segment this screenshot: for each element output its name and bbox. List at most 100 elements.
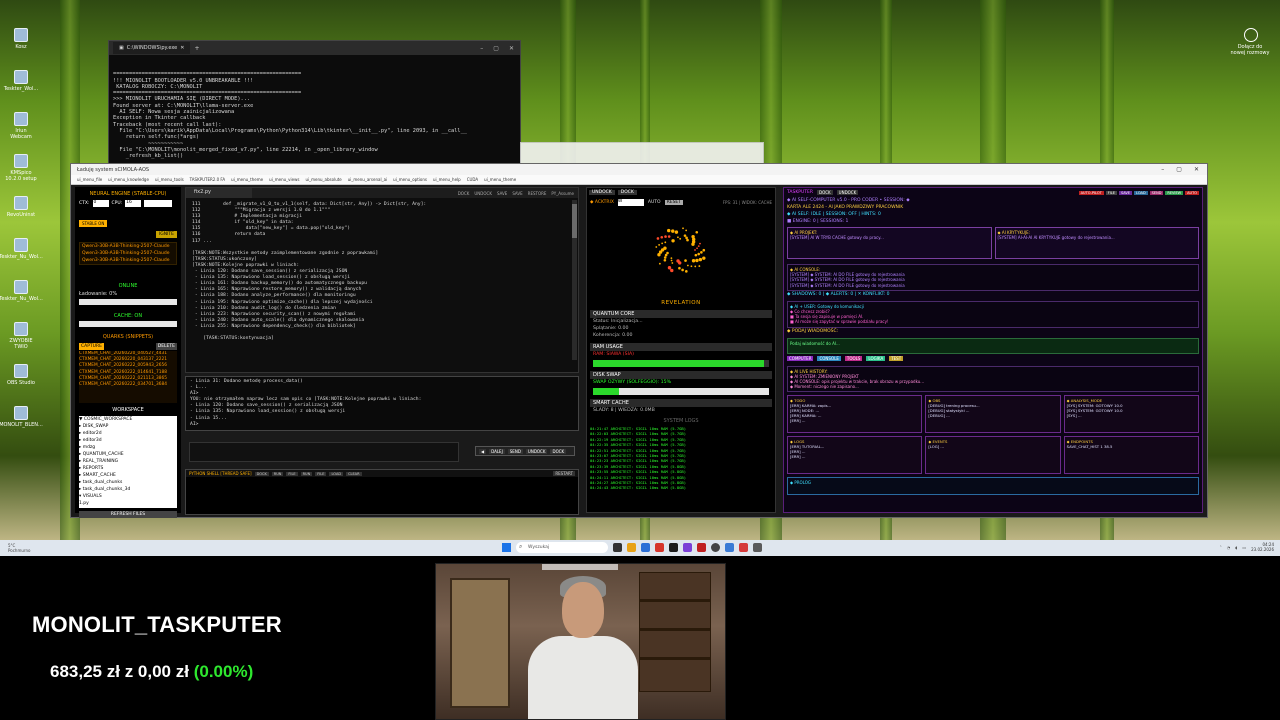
- log-cell[interactable]: ◆ ANALYSIS_MODE [SYS] SYSTEM: GOTOWY 10.0…: [1063, 395, 1199, 434]
- snippet-item[interactable]: CTXMEM_CHAT_20260222_014641_7188: [79, 370, 177, 376]
- start-icon[interactable]: [502, 543, 511, 552]
- ctx-input[interactable]: 0: [92, 200, 109, 207]
- taskputer-pill-button[interactable]: FILE: [1105, 190, 1117, 195]
- editor-content[interactable]: 111 def _migrate_v1_0_to_v1_1(self, data…: [186, 198, 578, 368]
- taskbar-search[interactable]: Wyszukaj: [516, 542, 608, 553]
- console-window[interactable]: ▣ C:\WINDOWS\py.exe ✕ + – ▢ ✕ ==========…: [108, 40, 521, 168]
- python-shell-button[interactable]: RUN: [300, 471, 313, 476]
- photos-icon[interactable]: [725, 543, 734, 552]
- section-button[interactable]: TOOLS: [844, 355, 863, 361]
- reset-button[interactable]: RESET: [664, 200, 684, 205]
- editor-action-button[interactable]: SAVE: [497, 191, 507, 196]
- tree-item[interactable]: ▸ DISK_SWAP: [79, 423, 177, 430]
- section-button[interactable]: LOGIKA: [866, 355, 886, 361]
- send-bar-button[interactable]: DOCK: [550, 448, 567, 454]
- ai-projekt-box[interactable]: ◆ AI PROJEKT: [SYSTEM] AI W TRYB CACHE go…: [787, 227, 992, 259]
- menu-item[interactable]: ui_menu_theme: [484, 177, 516, 182]
- tree-item[interactable]: ▸ REPORTS: [79, 465, 177, 472]
- chevron-up-icon[interactable]: ˄: [1220, 545, 1222, 550]
- section-button[interactable]: COMPUTER: [787, 355, 814, 361]
- menu-item[interactable]: ui_menu_tools: [155, 177, 184, 182]
- background-window[interactable]: [520, 142, 764, 164]
- model-item[interactable]: Qwen3-30B-A3B-Thinking-2507-Claude: [80, 243, 176, 250]
- section-button[interactable]: CONSOLE: [817, 355, 841, 361]
- tree-item[interactable]: ▸ task_dual_chunks: [79, 479, 177, 486]
- python-shell-button[interactable]: CLEAR: [346, 471, 362, 476]
- maximize-icon[interactable]: ▢: [493, 45, 499, 52]
- log-cell[interactable]: ◆ ENDPOINTS SAVE_CHAT_HIST 1 38.5: [1063, 436, 1199, 475]
- terminal-app-icon[interactable]: [669, 543, 678, 552]
- obs-taskbar-icon[interactable]: [711, 543, 720, 552]
- close-icon[interactable]: ✕: [509, 45, 514, 52]
- new-tab-icon[interactable]: +: [194, 45, 199, 52]
- maximize-icon[interactable]: ▢: [1176, 166, 1182, 173]
- restart-button[interactable]: RESTART: [553, 471, 575, 476]
- desktop-icon[interactable]: Kosz: [4, 28, 38, 68]
- python-shell-button[interactable]: FILE: [315, 471, 327, 476]
- taskputer-pill-button[interactable]: SAVE: [1118, 190, 1133, 195]
- model-item[interactable]: Qwen3-30B-A3B-Thinking-2507-Claude: [80, 250, 176, 257]
- volume-icon[interactable]: ◖: [1235, 545, 1237, 550]
- menu-item[interactable]: CUDA: [467, 177, 478, 182]
- desktop-icon[interactable]: Teskter_Nu_Wol...: [0, 280, 43, 320]
- teams-icon[interactable]: [1244, 28, 1258, 42]
- log-cell[interactable]: ◆ LOGS [ERR] TUTORIAL... [ERR] ... [ERR] ..…: [787, 436, 923, 475]
- menu-item[interactable]: ui_menu_arsenal_ai: [348, 177, 387, 182]
- tree-item[interactable]: ▸ editor3d: [79, 437, 177, 444]
- monolit-app-window[interactable]: Ładuję system sCIMOLA-AOS – ▢ ✕ ui_menu_…: [70, 163, 1208, 518]
- system-logs[interactable]: 04:21:47 ARCHITECT: SIGIL 10ms RAM (5.7G…: [590, 426, 772, 492]
- tree-item[interactable]: ▸ task_dual_chunks_3d: [79, 486, 177, 493]
- desktop-icon[interactable]: Teskter_Wol...: [4, 70, 38, 110]
- console-tab[interactable]: ▣ C:\WINDOWS\py.exe ✕: [113, 42, 191, 54]
- editor-action-button[interactable]: SAVE: [512, 191, 522, 196]
- auto-checkbox[interactable]: AUTO: [648, 200, 661, 205]
- desktop-icon[interactable]: RevoUninst: [4, 196, 38, 236]
- close-tab-icon[interactable]: ✕: [180, 45, 184, 51]
- menu-item[interactable]: ui_menu_help: [433, 177, 461, 182]
- chrome-icon[interactable]: [655, 543, 664, 552]
- tree-item[interactable]: ▸ REAL_TRAINING: [79, 458, 177, 465]
- send-bar-button[interactable]: UNDOCK: [525, 448, 548, 454]
- desktop-icon[interactable]: Iriun Webcam: [4, 112, 38, 152]
- python-shell-button[interactable]: FILE: [286, 471, 298, 476]
- python-shell-button[interactable]: DOCK: [254, 471, 269, 476]
- desktop-icon[interactable]: KMSpico 10.2.0 setup: [4, 154, 38, 194]
- taskputer-pill-button[interactable]: AUTO: [1185, 190, 1199, 195]
- editor-tab[interactable]: fix2.py: [186, 188, 252, 198]
- snippet-item[interactable]: CTXMEM_CHAT_20260222_005943_2656: [79, 363, 177, 369]
- taskputer-dock-button[interactable]: UNDOCK: [836, 190, 859, 195]
- code-editor[interactable]: fix2.py DOCK UNDOCK SAVE SAVE RESTORE PY_Assu…: [185, 187, 579, 373]
- close-icon[interactable]: ✕: [1194, 166, 1199, 173]
- log-cell[interactable]: ◆ EVENTS [LOG] ...: [925, 436, 1061, 475]
- settings-icon[interactable]: [753, 543, 762, 552]
- desktop-icon[interactable]: OBS Studio: [4, 364, 38, 404]
- extra-input[interactable]: [144, 200, 173, 207]
- menu-item[interactable]: TASKPUTER2.0 FA: [190, 177, 225, 182]
- tree-item[interactable]: ▸ mdzg: [79, 444, 177, 451]
- quantum-dock-button[interactable]: UNDOCK: [589, 190, 615, 195]
- tree-item[interactable]: ▸ QUANTUM_CACHE: [79, 451, 177, 458]
- taskputer-dock-button[interactable]: DOCK: [817, 190, 833, 195]
- vscode-icon[interactable]: [683, 543, 692, 552]
- model-list[interactable]: Qwen3-30B-A3B-Thinking-2507-Claude Qwen3-…: [79, 242, 177, 265]
- ai-console-box[interactable]: ◆ AI CONSOLE: [SYSTEM] ◆ SYSTEM: AI DO FI…: [787, 264, 1199, 291]
- ignite-button[interactable]: IGNITE: [155, 231, 177, 238]
- snippet-list[interactable]: CTXMEM_CHAT_20260220_040527_4431 CTXMEM_C…: [79, 351, 177, 403]
- cpu-input[interactable]: 16: [125, 200, 142, 207]
- python-shell[interactable]: PYTHON SHELL [THREAD SAFE] DOCK RUN FILE RU…: [185, 469, 579, 515]
- prolog-box[interactable]: ◆ PROLOG: [787, 477, 1199, 496]
- delete-button[interactable]: DELETE: [155, 343, 177, 350]
- clock[interactable]: 04:24 23.02.2026: [1251, 542, 1274, 552]
- menu-item[interactable]: ui_menu_options: [393, 177, 427, 182]
- taskputer-pill-button[interactable]: REVIEW: [1165, 190, 1184, 195]
- menu-item[interactable]: ui_menu_views: [269, 177, 299, 182]
- send-bar-button[interactable]: DALEJ: [489, 448, 505, 454]
- send-bar-button[interactable]: ◀: [479, 448, 487, 454]
- menu-item[interactable]: ui_menu_absolute: [305, 177, 341, 182]
- menu-item[interactable]: ui_menu_file: [77, 177, 102, 182]
- tree-item[interactable]: ▾ VISUALS: [79, 493, 177, 500]
- ai-user-box[interactable]: ◆ AI + USER: Gotowy do komunikacji ◆ Co c…: [787, 300, 1199, 328]
- python-shell-button[interactable]: RUN: [271, 471, 284, 476]
- weather-widget[interactable]: 5°C Pochmurno: [0, 543, 30, 553]
- ai-krytykuje-box[interactable]: ◆ AI KRYTYKUJE: [SYSTEM] AI-AI-AI AI KRYT…: [994, 227, 1199, 259]
